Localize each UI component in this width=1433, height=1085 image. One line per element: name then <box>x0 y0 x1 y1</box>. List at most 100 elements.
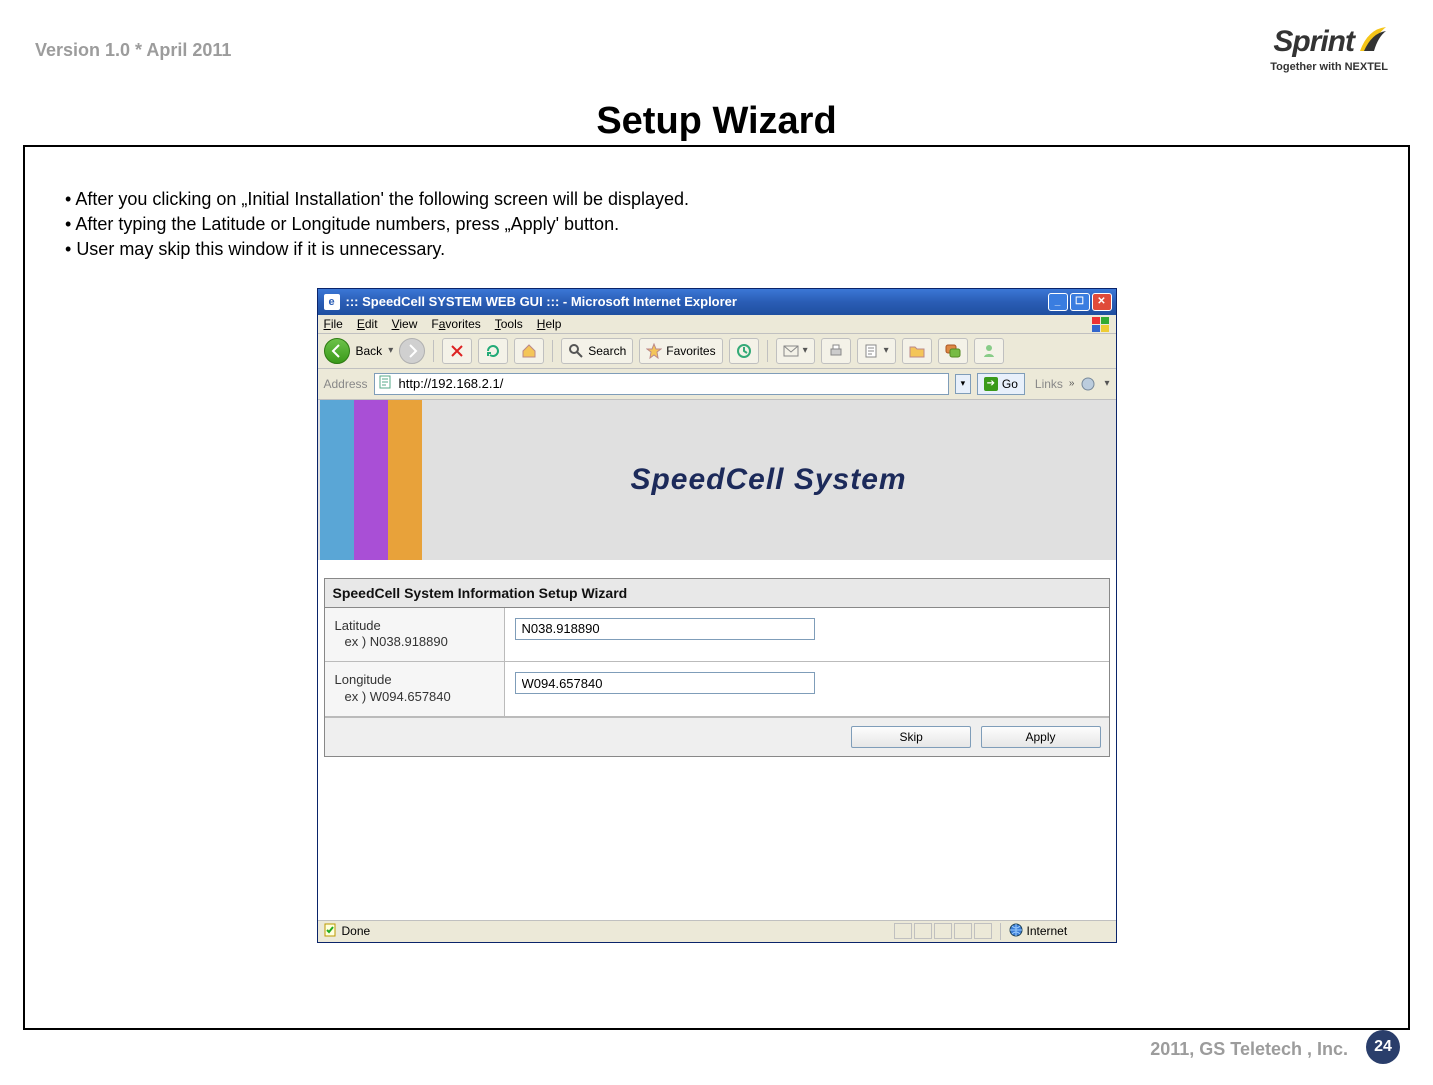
links-label: Links <box>1035 377 1063 391</box>
longitude-label: Longitude ex ) W094.657840 <box>325 662 505 716</box>
address-url: http://192.168.2.1/ <box>399 376 504 391</box>
browser-window: e ::: SpeedCell SYSTEM WEB GUI ::: - Mic… <box>317 288 1117 943</box>
menu-file[interactable]: File <box>324 317 343 331</box>
toolbar-separator <box>433 340 434 362</box>
history-button[interactable] <box>729 338 759 364</box>
discuss-button[interactable] <box>938 338 968 364</box>
skip-button[interactable]: Skip <box>851 726 971 748</box>
menu-help[interactable]: Help <box>537 317 562 331</box>
sprint-logo: Sprint <box>1273 25 1388 59</box>
menu-tools[interactable]: Tools <box>495 317 523 331</box>
status-cell <box>934 923 952 939</box>
latitude-label-text: Latitude <box>335 618 381 633</box>
footer-copyright: 2011, GS Teletech , Inc. <box>1150 1039 1348 1060</box>
wizard-row-longitude: Longitude ex ) W094.657840 <box>325 662 1109 717</box>
toolbar-separator <box>552 340 553 362</box>
status-cell <box>974 923 992 939</box>
banner: SpeedCell System <box>318 400 1116 560</box>
search-button[interactable]: Search <box>561 338 633 364</box>
edit-dropdown-icon: ▾ <box>884 345 889 356</box>
toolbar-separator <box>767 340 768 362</box>
address-dropdown-icon[interactable]: ▾ <box>955 374 971 394</box>
window-maximize-button[interactable]: ☐ <box>1070 293 1090 311</box>
home-button[interactable] <box>514 338 544 364</box>
folder-button[interactable] <box>902 338 932 364</box>
address-input[interactable]: http://192.168.2.1/ <box>374 373 949 395</box>
window-minimize-button[interactable]: _ <box>1048 293 1068 311</box>
page-number-badge: 24 <box>1366 1030 1400 1064</box>
windows-flag-icon <box>1092 317 1110 333</box>
back-button[interactable] <box>324 338 350 364</box>
refresh-button[interactable] <box>478 338 508 364</box>
latitude-input[interactable] <box>515 618 815 640</box>
go-button[interactable]: ➔ Go <box>977 373 1025 395</box>
status-done-text: Done <box>342 924 371 938</box>
apply-button[interactable]: Apply <box>981 726 1101 748</box>
wizard-buttons: Skip Apply <box>325 717 1109 756</box>
bullet-item: After typing the Latitude or Longitude n… <box>65 212 1378 237</box>
logo-area: Sprint Together with NEXTEL <box>1270 25 1388 73</box>
wizard-panel: SpeedCell System Information Setup Wizar… <box>324 578 1110 758</box>
status-cell <box>894 923 912 939</box>
search-label: Search <box>588 344 626 358</box>
wizard-row-latitude: Latitude ex ) N038.918890 <box>325 608 1109 663</box>
forward-button[interactable] <box>399 338 425 364</box>
address-bar: Address http://192.168.2.1/ ▾ ➔ Go Links… <box>318 369 1116 400</box>
favorites-label: Favorites <box>666 344 715 358</box>
page-title: Setup Wizard <box>15 100 1418 143</box>
menubar: File Edit View Favorites Tools Help <box>318 315 1116 334</box>
menu-favorites[interactable]: Favorites <box>431 317 480 331</box>
banner-title: SpeedCell System <box>422 463 1116 497</box>
version-text: Version 1.0 * April 2011 <box>35 40 231 61</box>
print-button[interactable] <box>821 338 851 364</box>
sprint-wing-icon <box>1358 25 1388 55</box>
menu-edit[interactable]: Edit <box>357 317 378 331</box>
mail-dropdown-icon: ▾ <box>803 345 808 356</box>
internet-globe-icon <box>1009 923 1023 940</box>
links-globe-icon <box>1080 376 1098 392</box>
mail-button[interactable]: ▾ <box>776 338 815 364</box>
window-close-button[interactable]: ✕ <box>1092 293 1112 311</box>
stop-button[interactable] <box>442 338 472 364</box>
status-zone-text: Internet <box>1027 924 1068 938</box>
page-icon <box>379 375 393 392</box>
stripe-orange <box>388 400 422 560</box>
go-label: Go <box>1002 377 1018 391</box>
bullet-item: After you clicking on „Initial Installat… <box>65 187 1378 212</box>
longitude-input[interactable] <box>515 672 815 694</box>
window-title: ::: SpeedCell SYSTEM WEB GUI ::: - Micro… <box>346 294 1048 309</box>
latitude-label: Latitude ex ) N038.918890 <box>325 608 505 662</box>
address-label: Address <box>324 377 368 391</box>
menu-view[interactable]: View <box>392 317 418 331</box>
status-cells <box>894 923 992 939</box>
go-arrow-icon: ➔ <box>984 377 998 391</box>
status-cell <box>914 923 932 939</box>
status-bar: Done Internet <box>318 920 1116 942</box>
toolbar: Back ▾ Search <box>318 334 1116 369</box>
ie-page-icon: e <box>324 294 340 310</box>
favorites-button[interactable]: Favorites <box>639 338 722 364</box>
stripe-blue <box>320 400 354 560</box>
messenger-button[interactable] <box>974 338 1004 364</box>
page-content: SpeedCell System SpeedCell System Inform… <box>318 400 1116 920</box>
sprint-logo-text: Sprint <box>1273 25 1354 59</box>
links-chevron-icon[interactable]: » <box>1069 378 1075 389</box>
links-dropdown-icon[interactable]: ▾ <box>1104 378 1109 389</box>
stripe-purple <box>354 400 388 560</box>
bullet-list: After you clicking on „Initial Installat… <box>65 187 1378 263</box>
longitude-label-text: Longitude <box>335 672 392 687</box>
status-zone: Internet <box>1000 923 1110 940</box>
back-label: Back <box>356 344 383 358</box>
window-titlebar: e ::: SpeedCell SYSTEM WEB GUI ::: - Mic… <box>318 289 1116 315</box>
bullet-item: User may skip this window if it is unnec… <box>65 237 1378 262</box>
wizard-heading: SpeedCell System Information Setup Wizar… <box>325 579 1109 608</box>
sprint-tagline: Together with NEXTEL <box>1270 61 1388 73</box>
longitude-example: ex ) W094.657840 <box>335 689 494 706</box>
status-cell <box>954 923 972 939</box>
status-done-icon <box>324 923 338 940</box>
latitude-example: ex ) N038.918890 <box>335 634 494 651</box>
content-frame: After you clicking on „Initial Installat… <box>23 145 1410 1030</box>
banner-stripes <box>320 400 422 560</box>
edit-button[interactable]: ▾ <box>857 338 896 364</box>
back-dropdown-icon[interactable]: ▾ <box>388 345 393 356</box>
